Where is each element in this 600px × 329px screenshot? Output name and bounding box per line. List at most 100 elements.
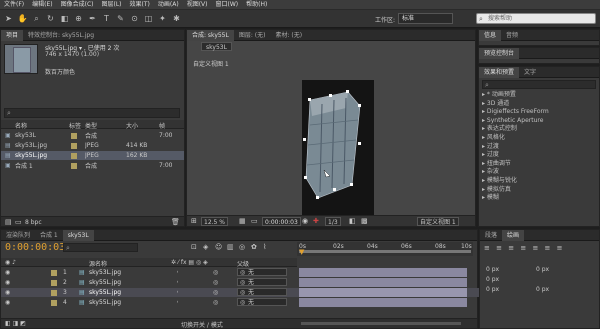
effect-category[interactable]: ▸ * 动画预置 <box>479 91 599 100</box>
pickwhip-icon[interactable]: ◎ <box>240 269 245 275</box>
playhead-icon[interactable]: ▼ <box>299 248 304 256</box>
effects-search-input[interactable]: ⌕ <box>482 80 596 89</box>
parent-select[interactable]: ◎ 无 <box>237 298 287 306</box>
tab-info[interactable]: 信息 <box>479 29 502 41</box>
col-type[interactable]: 类型 <box>85 121 97 130</box>
menu-composition[interactable]: 图像合成(C) <box>57 0 98 10</box>
effect-category[interactable]: ▸ Digieffects FreeForm <box>479 108 599 117</box>
layer-name[interactable]: sky53L.jpg <box>89 269 121 276</box>
indent-right-value[interactable]: 0 px <box>536 266 549 273</box>
col-name[interactable]: 名称 <box>15 121 27 130</box>
roto-tool-icon[interactable]: ✦ <box>157 13 168 24</box>
layer-name[interactable]: sky55L.jpg <box>89 289 121 296</box>
transparency-grid-icon[interactable]: ▩ <box>361 217 368 226</box>
comp-canvas[interactable] <box>302 80 374 216</box>
label-swatch[interactable] <box>51 269 57 276</box>
view-select[interactable]: 自定义视图 1 <box>417 217 459 226</box>
layer-duration-bar[interactable] <box>299 288 467 297</box>
brainstorm-icon[interactable]: ✿ <box>251 243 257 251</box>
zoom-slider[interactable] <box>301 322 461 325</box>
visibility-eye-icon[interactable]: ◉ <box>5 299 10 306</box>
parent-select[interactable]: ◎ 无 <box>237 278 287 286</box>
label-swatch[interactable] <box>71 152 77 159</box>
tab-composition[interactable]: 合成: sky55L <box>187 29 234 41</box>
snapshot-icon[interactable]: ◉ <box>302 217 308 226</box>
col-parent[interactable]: 父级 <box>237 259 249 268</box>
quality-switch-icon[interactable]: ⁄ <box>177 289 178 296</box>
label-swatch[interactable] <box>71 132 77 139</box>
roi-icon[interactable]: ◧ <box>349 217 356 226</box>
tab-paragraph[interactable]: 段落 <box>480 230 502 241</box>
tab-paint[interactable]: 绘画 <box>502 229 525 241</box>
visibility-eye-icon[interactable]: ◉ <box>5 279 10 286</box>
layer-duration-bar[interactable] <box>299 278 467 287</box>
visibility-eye-icon[interactable]: ◉ <box>5 269 10 276</box>
space-after-value[interactable]: 0 px <box>536 286 549 293</box>
pickwhip-icon[interactable]: ◎ <box>240 299 245 305</box>
menu-window[interactable]: 窗口(W) <box>211 0 242 10</box>
menu-edit[interactable]: 编辑(E) <box>28 0 56 10</box>
help-search-input[interactable]: ⌕ 搜索帮助 <box>476 13 596 24</box>
3d-switch-icon[interactable]: ◎ <box>213 299 218 306</box>
new-folder-icon[interactable]: ▭ <box>15 218 22 226</box>
camera-tool-icon[interactable]: ◧ <box>59 13 70 24</box>
parent-select[interactable]: ◎ 无 <box>237 268 287 276</box>
align-center-icon[interactable]: ≡ <box>496 244 504 252</box>
workspace-select[interactable]: 标准 <box>398 13 453 24</box>
3d-switch-icon[interactable]: ◎ <box>213 269 218 276</box>
menu-animation[interactable]: 动画(A) <box>154 0 183 10</box>
col-source-name[interactable]: 源名称 <box>89 259 107 268</box>
layer-name[interactable]: sky55L.jpg <box>89 279 121 286</box>
time-ruler[interactable]: 0s 02s 04s 06s 08s 10s ▼ <box>297 242 473 256</box>
3d-switch-icon[interactable]: ◎ <box>213 279 218 286</box>
quality-switch-icon[interactable]: ⁄ <box>177 269 178 276</box>
comp-mini-flowchart-icon[interactable]: ⊡ <box>191 243 197 251</box>
project-search-input[interactable]: ⌕ <box>4 108 180 118</box>
effect-category[interactable]: ▸ 模拟仿真 <box>479 186 599 195</box>
effect-category[interactable]: ▸ 模糊 <box>479 194 599 203</box>
tab-sky53L[interactable]: sky53L <box>62 229 94 241</box>
project-row[interactable]: ▣ 合成 1 合成 7:00 <box>1 161 184 170</box>
tab-render-queue[interactable]: 渲染队列 <box>1 230 35 241</box>
mask-icon[interactable]: ▭ <box>251 217 258 226</box>
building-layer-image[interactable] <box>302 80 374 216</box>
tab-audio[interactable]: 音频 <box>501 30 523 41</box>
layer-duration-bar[interactable] <box>299 268 467 277</box>
col-size[interactable]: 大小 <box>126 121 138 130</box>
toggle-switches-modes[interactable]: 切换开关 / 模式 <box>181 320 223 329</box>
effect-category[interactable]: ▸ 3D 通道 <box>479 100 599 109</box>
graph-editor-icon[interactable]: ⌇ <box>263 243 266 251</box>
pickwhip-icon[interactable]: ◎ <box>240 289 245 295</box>
col-label[interactable]: 标签 <box>69 121 81 130</box>
menu-view[interactable]: 视图(V) <box>183 0 212 10</box>
puppet-tool-icon[interactable]: ✱ <box>171 13 182 24</box>
interpret-footage-icon[interactable]: ▤ <box>5 218 12 226</box>
zoom-select[interactable]: 12.5 % <box>201 217 228 226</box>
effect-category[interactable]: ▸ 杂波 <box>479 168 599 177</box>
effect-category[interactable]: ▸ 过度 <box>479 151 599 160</box>
selection-tool-icon[interactable]: ➤ <box>3 13 14 24</box>
resolution-select[interactable]: 1/3 <box>325 217 341 226</box>
tab-comp-1[interactable]: 合成 1 <box>35 230 63 241</box>
tab-project[interactable]: 项目 <box>1 29 24 41</box>
indent-first-value[interactable]: 0 px <box>486 276 499 283</box>
draft-3d-icon[interactable]: ◈ <box>203 243 208 251</box>
zoom-tool-icon[interactable]: ⌕ <box>31 13 42 24</box>
effect-category[interactable]: ▸ 表达式控制 <box>479 125 599 134</box>
bit-depth[interactable]: 8 bpc <box>25 219 42 226</box>
col-duration[interactable]: 帧 <box>159 121 165 130</box>
color-channel-icon[interactable]: ✚ <box>313 217 319 226</box>
tab-layer[interactable]: 图层: (无) <box>234 30 271 41</box>
label-swatch[interactable] <box>71 162 77 169</box>
menu-help[interactable]: 帮助(H) <box>242 0 271 10</box>
align-left-icon[interactable]: ≡ <box>484 244 492 252</box>
tab-character[interactable]: 文字 <box>519 67 541 78</box>
justify-right-icon[interactable]: ≡ <box>545 244 553 252</box>
timeline-search-input[interactable]: ⌕ <box>63 243 138 252</box>
label-swatch[interactable] <box>51 279 57 286</box>
align-right-icon[interactable]: ≡ <box>508 244 516 252</box>
shy-icon[interactable]: ☺ <box>215 243 222 251</box>
trash-icon[interactable]: 🗑 <box>171 218 180 226</box>
tab-effect-controls[interactable]: 特效控制台: sky55L.jpg <box>23 30 99 41</box>
eraser-tool-icon[interactable]: ◫ <box>143 13 154 24</box>
